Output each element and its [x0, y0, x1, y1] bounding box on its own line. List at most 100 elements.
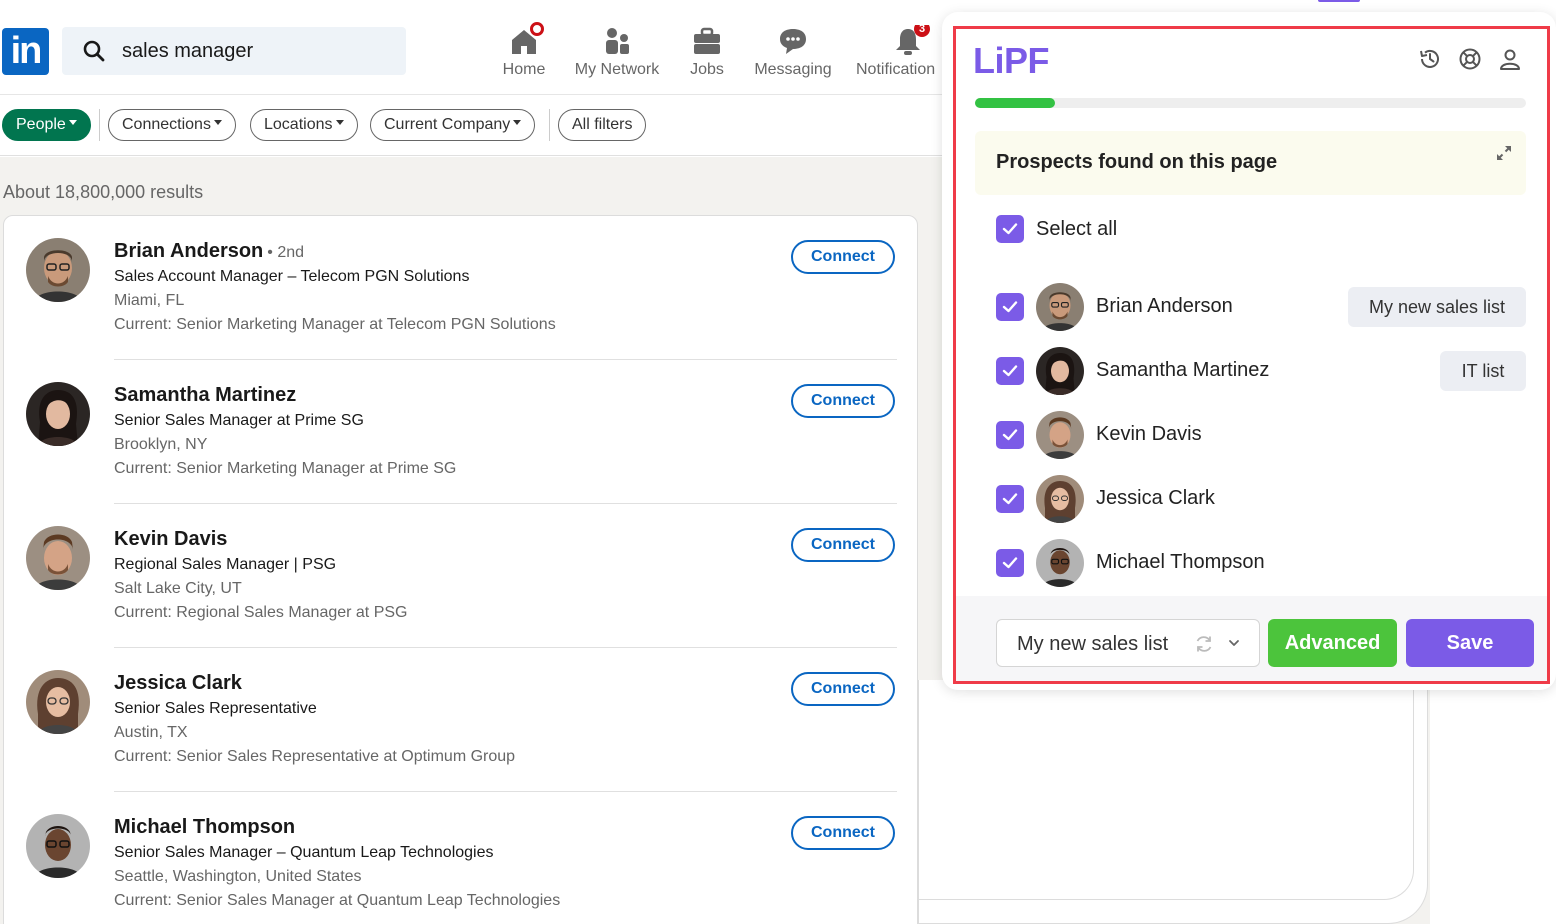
result-item: Jessica Clark Senior Sales Representativ…	[4, 648, 919, 792]
filter-connections-label: Connections	[122, 116, 211, 133]
prospect-name: Samantha Martinez	[1096, 359, 1270, 381]
nav-home[interactable]: Home	[497, 22, 551, 85]
connect-button[interactable]: Connect	[791, 816, 895, 850]
avatar[interactable]	[26, 526, 90, 590]
network-icon	[601, 25, 633, 57]
avatar[interactable]	[26, 814, 90, 878]
nav-my-network[interactable]: My Network	[568, 25, 666, 85]
filter-all-filters-label: All filters	[572, 116, 633, 133]
result-name[interactable]: Michael Thompson	[114, 816, 295, 839]
result-location: Austin, TX	[114, 724, 188, 741]
avatar	[1036, 539, 1084, 587]
nav-messaging-label: Messaging	[754, 61, 832, 78]
result-name[interactable]: Brian Anderson • 2nd	[114, 240, 304, 263]
profile-icon[interactable]	[1497, 46, 1523, 72]
select-all-label: Select all	[1036, 218, 1118, 240]
nav-jobs-label: Jobs	[690, 61, 724, 78]
filter-people[interactable]: People	[2, 109, 91, 141]
prospect-list-tag[interactable]: IT list	[1440, 351, 1526, 391]
result-headline: Regional Sales Manager | PSG	[114, 556, 337, 573]
prospect-list-tag[interactable]: My new sales list	[1348, 287, 1526, 327]
avatar	[1036, 411, 1084, 459]
result-name-text: Michael Thompson	[114, 816, 296, 838]
prospect-name: Brian Anderson	[1096, 295, 1233, 317]
advanced-button[interactable]: Advanced	[1268, 619, 1397, 667]
prospect-checkbox[interactable]	[996, 421, 1024, 449]
progress-bar	[975, 98, 1526, 108]
connect-button[interactable]: Connect	[791, 384, 895, 418]
list-select-value: My new sales list	[1017, 633, 1169, 655]
nav-notifications[interactable]: 3 Notification	[856, 25, 950, 85]
filter-locations[interactable]: Locations	[250, 109, 358, 141]
filter-locations-label: Locations	[264, 116, 333, 133]
connect-button[interactable]: Connect	[791, 672, 895, 706]
result-location: Salt Lake City, UT	[114, 580, 242, 597]
filter-current-company[interactable]: Current Company	[370, 109, 536, 141]
nav-messaging[interactable]: Messaging	[748, 25, 838, 85]
caret-down-icon	[513, 120, 522, 126]
connect-button[interactable]: Connect	[791, 528, 895, 562]
prospects-header: Prospects found on this page	[975, 131, 1526, 195]
lipf-logo: LiPF	[973, 40, 1050, 81]
caret-down-icon	[213, 120, 222, 126]
save-button[interactable]: Save	[1406, 619, 1534, 667]
result-headline: Senior Sales Manager at Prime SG	[114, 412, 364, 429]
prospect-name: Kevin Davis	[1096, 423, 1202, 445]
progress-fill	[975, 98, 1055, 108]
avatar	[1036, 283, 1084, 331]
search-input[interactable]: sales manager	[62, 27, 406, 75]
connection-degree: • 2nd	[267, 244, 305, 261]
result-location: Brooklyn, NY	[114, 436, 208, 453]
prospect-checkbox[interactable]	[996, 549, 1024, 577]
result-current-position: Current: Regional Sales Manager at PSG	[114, 604, 408, 621]
support-icon[interactable]	[1457, 46, 1483, 72]
result-name-text: Brian Anderson	[114, 240, 264, 262]
avatar[interactable]	[26, 670, 90, 734]
caret-down-icon	[68, 120, 77, 126]
briefcase-icon	[691, 25, 723, 57]
result-current-position: Current: Senior Sales Manager at Quantum…	[114, 892, 561, 909]
history-icon[interactable]	[1417, 46, 1443, 72]
filter-current-company-label: Current Company	[384, 116, 511, 133]
chevron-down-icon	[1229, 640, 1239, 646]
caret-down-icon	[335, 120, 344, 126]
result-headline: Senior Sales Representative	[114, 700, 317, 717]
nav-jobs[interactable]: Jobs	[683, 25, 731, 85]
result-name-text: Jessica Clark	[114, 672, 242, 694]
result-name[interactable]: Kevin Davis	[114, 528, 227, 551]
prospect-name: Jessica Clark	[1096, 487, 1215, 509]
avatar[interactable]	[26, 382, 90, 446]
linkedin-logo[interactable]: in	[2, 28, 49, 75]
filter-divider	[549, 109, 550, 141]
expand-icon[interactable]	[1496, 145, 1512, 161]
prospect-checkbox[interactable]	[996, 485, 1024, 513]
connect-button[interactable]: Connect	[791, 240, 895, 274]
prospect-checkbox[interactable]	[996, 293, 1024, 321]
filter-divider	[99, 109, 100, 141]
check-icon	[1002, 301, 1018, 313]
check-icon	[1002, 429, 1018, 441]
home-icon	[508, 22, 544, 57]
search-value: sales manager	[122, 40, 254, 62]
select-all-checkbox[interactable]	[996, 215, 1024, 243]
nav-notifications-label: Notification	[856, 61, 936, 78]
check-icon	[1002, 223, 1018, 235]
prospects-title: Prospects found on this page	[996, 151, 1278, 173]
check-icon	[1002, 493, 1018, 505]
result-name[interactable]: Jessica Clark	[114, 672, 242, 695]
results-list: Brian Anderson • 2nd Sales Account Manage…	[3, 215, 918, 924]
filter-connections[interactable]: Connections	[108, 109, 236, 141]
filter-all-filters[interactable]: All filters	[558, 109, 647, 141]
result-current-position: Current: Senior Sales Representative at …	[114, 748, 516, 765]
result-name-text: Kevin Davis	[114, 528, 228, 550]
refresh-icon[interactable]	[1193, 633, 1215, 655]
result-headline: Senior Sales Manager – Quantum Leap Tech…	[114, 844, 494, 861]
linkedin-topbar: in sales manager Home My Network Jobs Me…	[0, 0, 950, 95]
avatar[interactable]	[26, 238, 90, 302]
result-item: Samantha Martinez Senior Sales Manager a…	[4, 360, 919, 504]
result-name[interactable]: Samantha Martinez	[114, 384, 296, 407]
extension-tab-indicator	[1318, 0, 1360, 2]
notification-count-badge: 3	[914, 25, 930, 37]
list-select-dropdown[interactable]: My new sales list	[996, 619, 1260, 667]
prospect-checkbox[interactable]	[996, 357, 1024, 385]
